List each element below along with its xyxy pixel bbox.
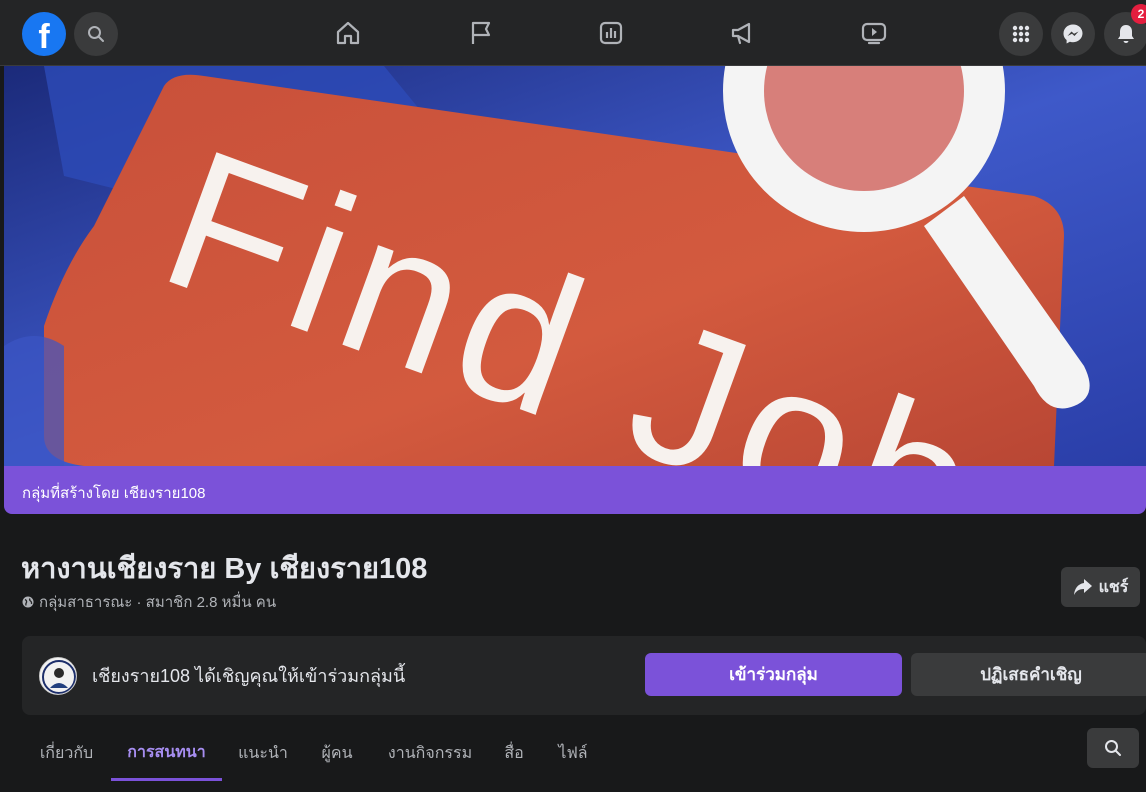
tab-about[interactable]: เกี่ยวกับ [22,726,111,781]
home-tab[interactable] [333,18,363,48]
content-area-edge [0,781,1146,792]
share-arrow-icon [1073,579,1092,595]
search-icon [88,26,104,42]
chart-icon [599,21,623,45]
pages-tab[interactable] [466,18,496,48]
tab-events[interactable]: งานกิจกรรม [370,726,490,781]
globe-icon [22,596,34,608]
messenger-button[interactable] [1051,12,1095,56]
flag-icon [471,21,491,44]
search-button[interactable] [74,12,118,56]
invite-card: เชียงราย108 ได้เชิญคุณให้เข้าร่วมกลุ่มนี… [22,636,1146,715]
tab-people[interactable]: ผู้คน [304,726,370,781]
invite-message: เชียงราย108 ได้เชิญคุณให้เข้าร่วมกลุ่มนี… [92,666,406,686]
find-job-cover-image: Find Job [4,66,1146,466]
created-by-text[interactable]: กลุ่มที่สร้างโดย เชียงราย108 [22,481,205,505]
top-navigation-bar: f 2 [0,0,1146,66]
facebook-logo[interactable]: f [22,12,66,56]
inviter-avatar-image [40,658,76,694]
share-label: แชร์ [1098,578,1129,596]
notification-count-badge: 2 [1131,4,1146,24]
group-title: หางานเชียงราย By เชียงราย108 [21,553,428,585]
join-group-button[interactable]: เข้าร่วมกลุ่ม [645,653,902,696]
group-tabs: เกี่ยวกับ การสนทนา แนะนำ ผู้คน งานกิจกรร… [22,726,1146,781]
watch-tab[interactable] [859,18,889,48]
group-created-by-banner[interactable]: กลุ่มที่สร้างโดย เชียงราย108 [4,466,1146,514]
bell-icon [1118,25,1134,43]
group-privacy-members: กลุ่มสาธารณะ · สมาชิก 2.8 หมื่น คน [39,594,277,611]
insights-tab[interactable] [596,18,626,48]
group-meta: กลุ่มสาธารณะ · สมาชิก 2.8 หมื่น คน [22,590,276,614]
tab-discussion[interactable]: การสนทนา [111,726,222,781]
home-icon [336,21,360,45]
group-search-button[interactable] [1087,728,1139,768]
share-button[interactable]: แชร์ [1061,567,1140,607]
video-play-icon [861,22,887,45]
grid-menu-icon [1012,25,1030,43]
messenger-icon [1063,24,1083,44]
tab-featured[interactable]: แนะนำ [222,726,304,781]
megaphone-icon [731,22,751,45]
inviter-avatar[interactable] [39,657,77,695]
group-cover-photo: Find Job [4,66,1146,466]
tab-media[interactable]: สื่อ [490,726,538,781]
menu-button[interactable] [999,12,1043,56]
search-icon [1105,740,1121,756]
decline-invite-button[interactable]: ปฏิเสธคำเชิญ [911,653,1146,696]
tab-files[interactable]: ไฟล์ [538,726,608,781]
ads-tab[interactable] [728,18,758,48]
